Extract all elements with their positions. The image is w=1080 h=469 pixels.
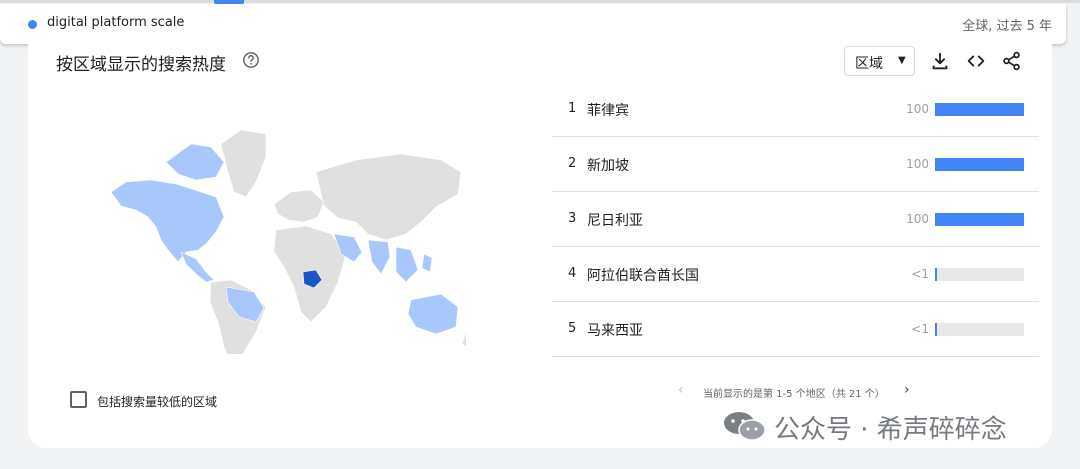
help-circle-icon[interactable]	[242, 51, 260, 69]
ranking-pager: ‹ 当前显示的是第 1-5 个地区（共 21 个） ›	[678, 382, 918, 402]
region-name: 菲律宾	[587, 103, 629, 119]
region-value: 100	[906, 157, 929, 171]
region-value: <1	[911, 322, 929, 336]
region-name: 阿拉伯联合酋长国	[587, 268, 699, 284]
value-bar-track	[935, 268, 1024, 281]
value-bar-track	[935, 323, 1024, 336]
value-bar	[935, 323, 937, 336]
watermark-text: 公众号 · 希声碎碎念	[774, 415, 1007, 445]
map-central-america	[180, 251, 215, 283]
region-level-select[interactable]: 区域 ▼	[844, 46, 915, 76]
map-europe	[273, 189, 325, 223]
world-map	[110, 129, 466, 354]
value-bar	[935, 268, 937, 281]
map-india	[367, 239, 391, 275]
map-australia	[407, 293, 459, 335]
chevron-left-icon[interactable]: ‹	[678, 382, 684, 398]
map-north-america	[110, 179, 225, 263]
value-bar-track	[935, 158, 1024, 171]
caret-down-icon: ▼	[898, 55, 906, 66]
map-philippines	[421, 253, 433, 273]
map-new-zealand	[461, 331, 466, 348]
rank-number: 4	[568, 266, 577, 281]
include-low-volume-label: 包括搜索量较低的区域	[97, 395, 218, 409]
interest-by-region-card: 按区域显示的搜索热度 区域 ▼ 1 菲律宾 100 2 新加坡 100 3 尼日…	[28, 44, 1052, 448]
search-term-header: digital platform scale 全球, 过去 5 年	[0, 4, 1066, 44]
include-low-volume-checkbox[interactable]	[70, 391, 87, 408]
region-value: <1	[911, 267, 929, 281]
embed-code-icon[interactable]	[965, 50, 987, 72]
card-title: 按区域显示的搜索热度	[56, 55, 226, 75]
rank-number: 1	[568, 101, 577, 116]
map-canadian-arctic	[165, 143, 225, 181]
rank-number: 5	[568, 321, 577, 336]
share-icon[interactable]	[1001, 50, 1023, 72]
watermark: 公众号 · 希声碎碎念	[722, 408, 1052, 445]
ranking-row[interactable]: 2 新加坡 100	[552, 137, 1039, 192]
ranking-row[interactable]: 1 菲律宾 100	[552, 82, 1039, 137]
search-term-label: digital platform scale	[47, 15, 185, 30]
wechat-icon	[722, 410, 766, 442]
ranking-row[interactable]: 5 马来西亚 <1	[552, 302, 1039, 357]
rank-number: 2	[568, 156, 577, 171]
scope-label: 全球, 过去 5 年	[962, 19, 1052, 34]
map-asia	[315, 153, 462, 241]
value-bar	[935, 103, 1024, 116]
ranking-row[interactable]: 3 尼日利亚 100	[552, 192, 1039, 247]
region-name: 马来西亚	[587, 323, 643, 339]
rank-number: 3	[568, 211, 577, 226]
chevron-right-icon[interactable]: ›	[904, 382, 910, 398]
value-bar	[935, 213, 1024, 226]
download-icon[interactable]	[929, 50, 951, 72]
term-color-dot	[28, 20, 37, 29]
region-value: 100	[906, 102, 929, 116]
value-bar	[935, 158, 1024, 171]
map-southeast-asia	[395, 246, 419, 283]
top-divider	[0, 0, 1080, 3]
region-value: 100	[906, 212, 929, 226]
region-name: 尼日利亚	[587, 213, 643, 229]
value-bar-track	[935, 103, 1024, 116]
map-greenland	[220, 129, 267, 198]
pager-status: 当前显示的是第 1-5 个地区（共 21 个）	[703, 389, 885, 400]
value-bar-track	[935, 213, 1024, 226]
region-select-value: 区域	[855, 56, 883, 72]
ranking-row[interactable]: 4 阿拉伯联合酋长国 <1	[552, 247, 1039, 302]
region-ranking-list: 1 菲律宾 100 2 新加坡 100 3 尼日利亚 100 4 阿拉伯联合酋长…	[552, 82, 1039, 357]
region-name: 新加坡	[587, 158, 629, 174]
